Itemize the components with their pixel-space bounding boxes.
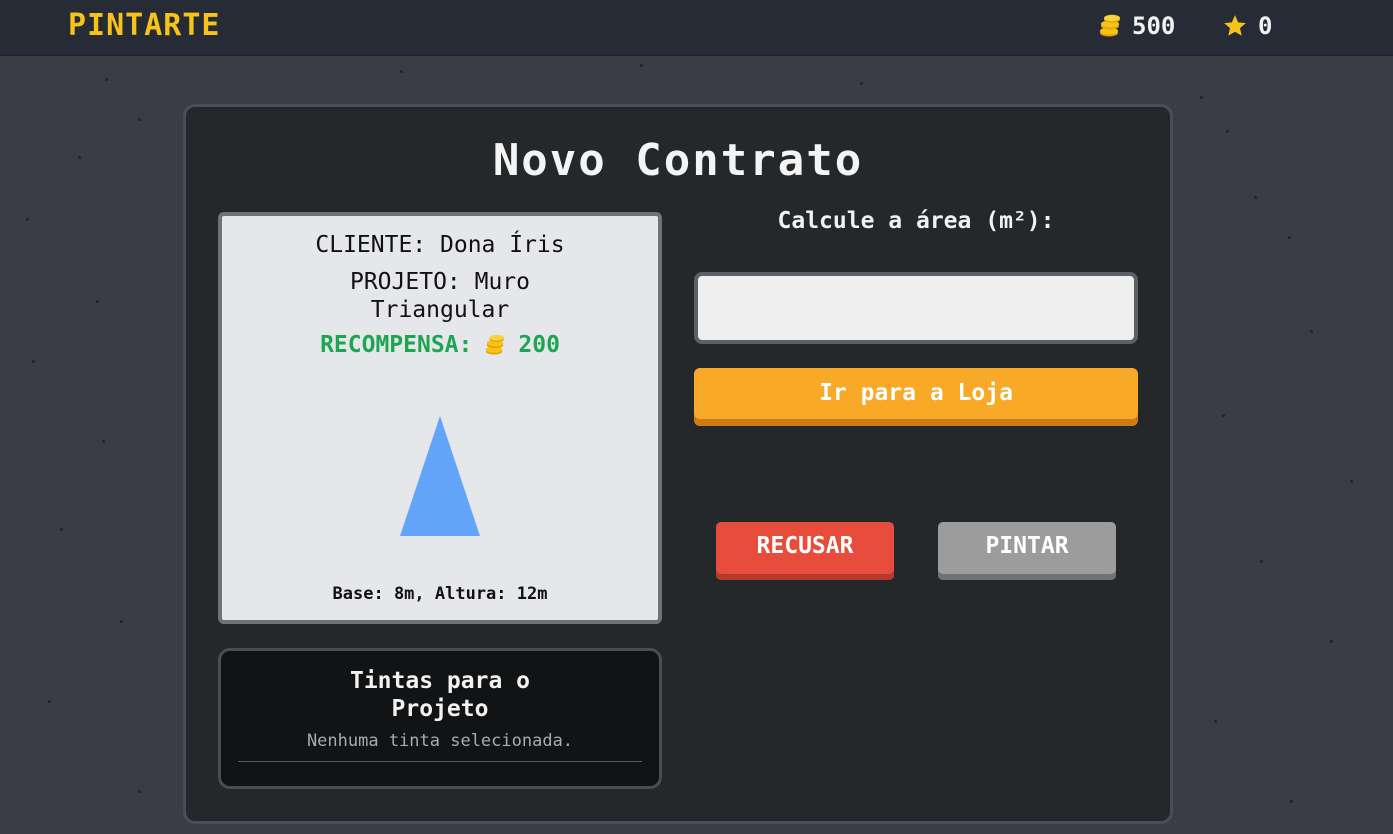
project-name: PROJETO: Muro Triangular <box>222 268 658 324</box>
coin-counter: 500 <box>1098 12 1175 40</box>
project-paints-box: Tintas para o Projeto Nenhuma tinta sele… <box>218 648 662 789</box>
game-logo: PINTARTE <box>68 8 221 43</box>
reward-value: 200 <box>518 332 560 358</box>
paints-title: Tintas para o Projeto <box>221 667 659 723</box>
refuse-button[interactable]: RECUSAR <box>716 522 894 580</box>
panel-title: Novo Contrato <box>492 135 864 186</box>
coin-stack-icon <box>1100 14 1120 37</box>
paint-button[interactable]: PINTAR <box>938 522 1116 580</box>
client-name: CLIENTE: Dona Íris <box>315 232 565 258</box>
triangle-shape <box>400 416 480 536</box>
project-line-2: Triangular <box>370 297 510 323</box>
paints-empty-text: Nenhuma tinta selecionada. <box>306 731 574 751</box>
star-count: 0 <box>1258 12 1273 40</box>
top-bar: PINTARTE 500 0 <box>0 0 1393 56</box>
wall-shape-triangle <box>400 416 480 536</box>
area-prompt: Calcule a área (m²): <box>777 208 1055 234</box>
paints-title-line-2: Projeto <box>391 696 489 722</box>
reward: RECOMPENSA: 200 <box>222 332 658 358</box>
paints-title-line-1: Tintas para o <box>349 668 530 694</box>
coin-count: 500 <box>1132 12 1176 40</box>
star-icon <box>1224 15 1246 36</box>
shape-dimensions: Base: 8m, Altura: 12m <box>332 584 548 604</box>
area-input[interactable] <box>694 272 1138 344</box>
star-counter: 0 <box>1222 12 1272 40</box>
contract-card: CLIENTE: Dona Íris PROJETO: Muro Triangu… <box>218 212 662 624</box>
reward-label: RECOMPENSA: <box>320 332 473 358</box>
project-line-1: PROJETO: Muro <box>349 269 530 295</box>
go-to-shop-button[interactable]: Ir para a Loja <box>694 368 1138 426</box>
divider <box>238 761 642 762</box>
coin-stack-icon <box>486 334 505 355</box>
